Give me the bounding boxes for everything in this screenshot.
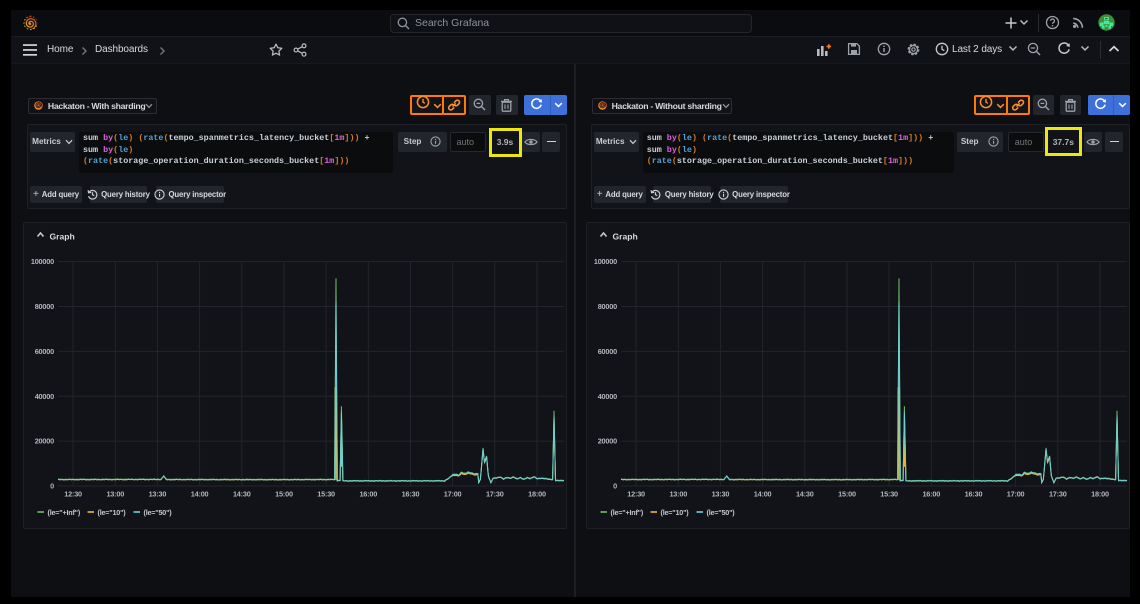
svg-text:60000: 60000	[598, 347, 617, 356]
svg-text:14:00: 14:00	[754, 490, 772, 499]
svg-text:60000: 60000	[34, 347, 53, 356]
svg-text:17:00: 17:00	[443, 490, 461, 499]
svg-text:12:30: 12:30	[627, 490, 645, 499]
svg-text:18:00: 18:00	[528, 490, 546, 499]
svg-text:20000: 20000	[598, 437, 617, 446]
svg-text:80000: 80000	[598, 302, 617, 311]
svg-text:0: 0	[50, 482, 54, 491]
svg-text:13:30: 13:30	[712, 490, 730, 499]
svg-text:(le="10"): (le="10")	[97, 508, 126, 517]
svg-text:16:00: 16:00	[923, 490, 941, 499]
svg-text:12:30: 12:30	[64, 490, 82, 499]
svg-text:0: 0	[613, 482, 617, 491]
svg-text:(le="50"): (le="50")	[707, 508, 736, 517]
svg-text:80000: 80000	[34, 302, 53, 311]
svg-text:16:00: 16:00	[359, 490, 377, 499]
svg-text:Graph: Graph	[613, 232, 638, 242]
svg-text:40000: 40000	[34, 392, 53, 401]
svg-text:(le="50"): (le="50")	[143, 508, 172, 517]
svg-text:15:00: 15:00	[838, 490, 856, 499]
svg-text:13:00: 13:00	[106, 490, 124, 499]
svg-text:(le="+Inf"): (le="+Inf")	[47, 508, 80, 517]
svg-text:17:30: 17:30	[485, 490, 503, 499]
svg-text:20000: 20000	[34, 437, 53, 446]
svg-text:14:00: 14:00	[190, 490, 208, 499]
svg-text:(le="+Inf"): (le="+Inf")	[611, 508, 644, 517]
svg-text:15:30: 15:30	[880, 490, 898, 499]
svg-text:18:00: 18:00	[1091, 490, 1109, 499]
svg-text:16:30: 16:30	[401, 490, 419, 499]
svg-text:17:30: 17:30	[1049, 490, 1067, 499]
svg-text:17:00: 17:00	[1007, 490, 1025, 499]
svg-text:13:30: 13:30	[148, 490, 166, 499]
svg-text:14:30: 14:30	[232, 490, 250, 499]
svg-text:Graph: Graph	[49, 232, 74, 242]
svg-text:100000: 100000	[30, 258, 53, 267]
svg-text:14:30: 14:30	[796, 490, 814, 499]
svg-text:(le="10"): (le="10")	[661, 508, 690, 517]
svg-text:13:00: 13:00	[670, 490, 688, 499]
svg-text:100000: 100000	[594, 258, 617, 267]
svg-text:40000: 40000	[598, 392, 617, 401]
svg-text:15:30: 15:30	[317, 490, 335, 499]
svg-text:15:00: 15:00	[275, 490, 293, 499]
svg-text:16:30: 16:30	[965, 490, 983, 499]
